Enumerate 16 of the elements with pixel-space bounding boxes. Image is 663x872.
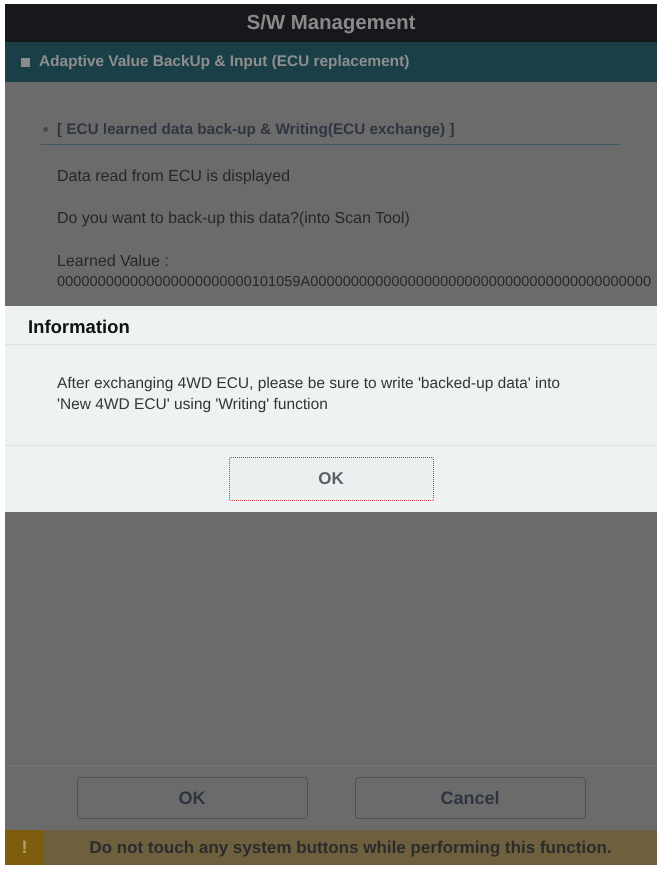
square-bullet-icon <box>21 58 30 66</box>
learned-value-label: Learned Value : <box>57 253 169 270</box>
cancel-button[interactable]: Cancel <box>354 777 586 819</box>
warning-message: Do not touch any system buttons while performing this function. <box>89 838 612 858</box>
dialog-message: After exchanging 4WD ECU, please be sure to write 'backed-up data' into 'New 4WD ECU' using 'Writing' function <box>57 374 562 415</box>
ok-button[interactable]: OK <box>76 777 308 819</box>
section-heading: [ ECU learned data back-up & Writing(ECU exchange) ] <box>57 120 454 140</box>
warning-icon: ! <box>5 830 44 865</box>
body-text: Data read from ECU is displayed <box>57 168 290 185</box>
learned-value: 000000000000000000000000101059A000000000000000000000000000000000000000000 <box>57 273 652 292</box>
dialog-title: Information <box>28 316 130 338</box>
section-title: Adaptive Value BackUp & Input (ECU replacement) <box>39 53 410 71</box>
ok-button[interactable]: OK <box>228 457 434 501</box>
bullet-dot-icon <box>43 127 48 132</box>
body-text: Do you want to back-up this data?(into Scan Tool) <box>57 210 410 227</box>
window-title: S/W Management <box>246 12 416 34</box>
